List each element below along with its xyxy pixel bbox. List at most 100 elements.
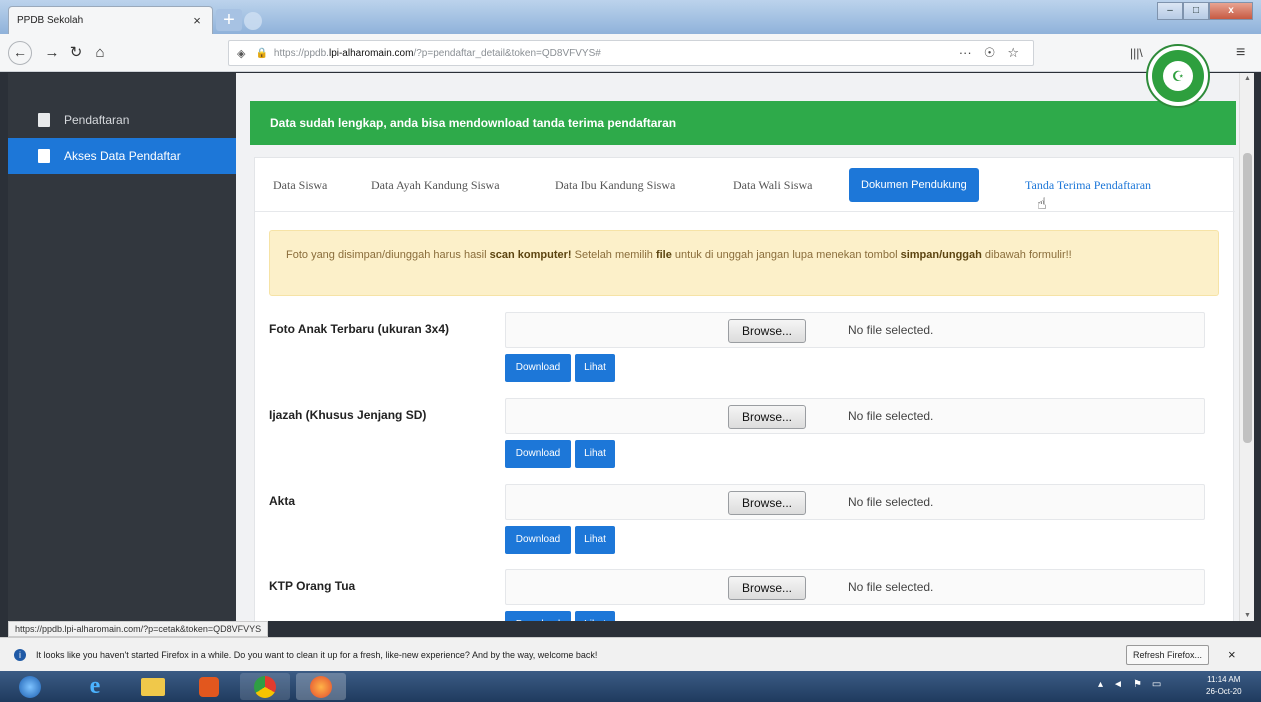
notification-text: It looks like you haven't started Firefo… — [36, 649, 598, 660]
system-tray: ▴ ◄ ⚑ ▭ — [1098, 679, 1161, 690]
warning-text: dibawah formulir!! — [981, 249, 1072, 261]
hamburger-menu-icon[interactable]: ≡ — [1236, 44, 1245, 62]
internet-explorer-icon[interactable]: e — [70, 673, 120, 700]
main-area: Data sudah lengkap, anda bisa mendownloa… — [236, 73, 1239, 621]
file-status: No file selected. — [848, 495, 934, 509]
hand-cursor-icon: ☝ — [1037, 196, 1047, 213]
pocket-icon[interactable]: ☉ — [984, 45, 996, 61]
logo-ring: ☪ — [1152, 50, 1204, 102]
document-label-ktp: KTP Orang Tua — [269, 579, 356, 593]
file-input-ijazah[interactable]: Browse... No file selected. — [505, 398, 1205, 434]
download-button[interactable]: Download — [505, 526, 571, 554]
tracking-shield-icon[interactable]: ◈ — [237, 47, 245, 60]
sidebar-item-akses-data-pendaftar[interactable]: Akses Data Pendaftar — [8, 138, 236, 174]
url-actions: ··· ☉ ☆ — [959, 45, 1033, 61]
reload-icon[interactable]: ↻ — [66, 43, 86, 63]
window-controls: – □ x — [1157, 2, 1253, 20]
lock-icon[interactable]: 🔒 — [255, 48, 267, 59]
warning-bold-text: scan komputer! — [489, 249, 572, 261]
page-actions-icon[interactable]: ··· — [959, 45, 972, 61]
file-explorer-icon[interactable] — [128, 673, 178, 700]
windows-logo-icon — [19, 675, 41, 698]
tab-bar: Data Siswa Data Ayah Kandung Siswa Data … — [255, 158, 1235, 213]
minimize-button[interactable]: – — [1157, 2, 1183, 20]
close-window-button[interactable]: x — [1209, 2, 1253, 20]
browse-button[interactable]: Browse... — [728, 491, 806, 515]
clock[interactable]: 11:14 AM 26-Oct-20 — [1206, 674, 1242, 698]
school-logo: ☪ — [1146, 44, 1210, 108]
media-player-icon[interactable] — [184, 673, 234, 700]
address-bar[interactable]: ◈ 🔒 https://ppdb. lpi-alharomain.com /?p… — [228, 40, 1034, 66]
lihat-button[interactable]: Lihat — [575, 354, 615, 382]
tab-close-icon[interactable]: × — [190, 13, 204, 28]
file-input-foto[interactable]: Browse... No file selected. — [505, 312, 1205, 348]
scroll-down-icon[interactable]: ▼ — [1244, 612, 1251, 619]
tab-title: PPDB Sekolah — [17, 15, 84, 26]
sidebar-item-pendaftaran[interactable]: Pendaftaran — [8, 102, 236, 138]
chrome-icon[interactable] — [240, 673, 290, 700]
flag-icon[interactable]: ⚑ — [1133, 679, 1142, 690]
bookmark-star-icon[interactable]: ☆ — [1007, 45, 1019, 61]
lihat-button[interactable]: Lihat — [575, 440, 615, 468]
refresh-firefox-button[interactable]: Refresh Firefox... — [1126, 645, 1210, 665]
sidebar-item-label: Akses Data Pendaftar — [64, 149, 181, 163]
new-tab-button[interactable]: + — [216, 9, 242, 31]
browser-tab[interactable]: PPDB Sekolah × — [8, 6, 213, 34]
notification-bar: i It looks like you haven't started Fire… — [0, 637, 1261, 671]
firefox-logo-icon — [310, 675, 332, 698]
tab-tanda-terima[interactable]: Tanda Terima Pendaftaran — [1013, 168, 1163, 202]
clock-time: 11:14 AM — [1207, 675, 1241, 684]
warning-bold-text: simpan/unggah — [900, 249, 982, 261]
sidebar-item-label: Pendaftaran — [64, 113, 130, 127]
warning-alert: Foto yang disimpan/diunggah harus hasil … — [269, 230, 1219, 296]
logo-emblem: ☪ — [1163, 61, 1193, 91]
file-input-akta[interactable]: Browse... No file selected. — [505, 484, 1205, 520]
scroll-thumb[interactable] — [1243, 153, 1252, 443]
file-status: No file selected. — [848, 580, 934, 594]
file-input-ktp[interactable]: Browse... No file selected. — [505, 569, 1205, 605]
warning-text: Foto yang disimpan/diunggah harus hasil — [286, 249, 490, 261]
browser-navbar: ← → ↻ ⌂ ◈ 🔒 https://ppdb. lpi-alharomain… — [0, 34, 1261, 72]
lihat-button[interactable]: Lihat — [575, 526, 615, 554]
document-label-akta: Akta — [269, 494, 296, 508]
tab-data-siswa[interactable]: Data Siswa — [261, 168, 339, 202]
download-button[interactable]: Download — [505, 611, 571, 621]
windows-taskbar: e ▴ ◄ ⚑ ▭ 11:14 AM 26-Oct-20 — [0, 671, 1261, 702]
browse-button[interactable]: Browse... — [728, 319, 806, 343]
warning-text: untuk di unggah jangan lupa menekan tomb… — [671, 249, 901, 261]
volume-icon[interactable]: ◄ — [1113, 679, 1123, 690]
download-button[interactable]: Download — [505, 354, 571, 382]
maximize-button[interactable]: □ — [1183, 2, 1209, 20]
home-icon[interactable]: ⌂ — [90, 43, 110, 63]
url-domain: lpi-alharomain.com — [328, 47, 414, 59]
network-icon[interactable]: ▭ — [1152, 679, 1161, 690]
tray-arrow-icon[interactable]: ▴ — [1098, 679, 1103, 690]
library-icon[interactable]: |||\ — [1130, 46, 1143, 60]
warning-text: Setelah memilih — [571, 249, 656, 261]
detail-panel: Data Siswa Data Ayah Kandung Siswa Data … — [254, 157, 1235, 621]
page-content: Pendaftaran Akses Data Pendaftar Data su… — [8, 73, 1254, 621]
download-button[interactable]: Download — [505, 440, 571, 468]
browse-button[interactable]: Browse... — [728, 405, 806, 429]
browser-titlebar: PPDB Sekolah × + – □ x — [0, 0, 1261, 34]
back-arrow-icon[interactable]: ← — [8, 41, 32, 65]
scroll-up-icon[interactable]: ▲ — [1244, 75, 1251, 82]
browse-button[interactable]: Browse... — [728, 576, 806, 600]
forward-arrow-icon[interactable]: → — [42, 43, 62, 63]
play-icon — [199, 676, 219, 697]
page-scrollbar[interactable]: ▲ ▼ — [1239, 73, 1254, 621]
document-label-ijazah: Ijazah (Khusus Jenjang SD) — [269, 408, 427, 422]
lihat-button[interactable]: Lihat — [575, 611, 615, 621]
sidebar: Pendaftaran Akses Data Pendaftar — [8, 73, 236, 621]
document-icon — [38, 113, 50, 127]
tab-data-wali[interactable]: Data Wali Siswa — [721, 168, 824, 202]
tab-data-ayah[interactable]: Data Ayah Kandung Siswa — [359, 168, 512, 202]
tab-dokumen-pendukung[interactable]: Dokumen Pendukung — [849, 168, 979, 202]
tab-data-ibu[interactable]: Data Ibu Kandung Siswa — [543, 168, 687, 202]
folder-icon — [141, 677, 165, 696]
notification-close-icon[interactable]: × — [1228, 647, 1236, 662]
tab-overflow-icon — [244, 12, 262, 30]
firefox-icon[interactable] — [296, 673, 346, 700]
start-button[interactable] — [10, 673, 50, 700]
firefox-info-icon: i — [14, 648, 26, 661]
